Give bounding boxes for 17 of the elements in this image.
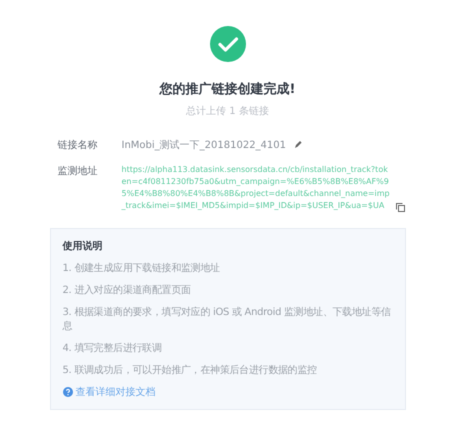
help-icon: [62, 387, 72, 397]
tracking-url: https://alpha113.datasink.sensorsdata.cn/cb/installation_track?token=c4f0811230fb75a0&utm_campaign=%E6%B5%8B%E8%AF%95%E4%B8%80%E4%B8%8B&project=default&channel_name=imp_track&imei=$IMEI_MD5&impid=$IMP_ID&ip=$USER_IP&ua=$UA: [122, 164, 391, 212]
link-name: InMobi_测试一下_20181022_4101: [122, 138, 286, 152]
upload-count: 总计上传 1 条链接: [186, 104, 269, 118]
instruction-step: 3. 根据渠道商的要求，填写对应的 iOS 或 Android 监测地址、下载地址等信息: [62, 305, 392, 333]
field-label: 监测地址: [58, 164, 98, 178]
instructions-title: 使用说明: [62, 240, 104, 253]
instruction-step: 4. 填写完整后进行联调: [62, 341, 392, 355]
docs-link[interactable]: 查看详细对接文档: [62, 385, 392, 399]
copy-icon[interactable]: [396, 203, 404, 212]
edit-icon[interactable]: [294, 141, 302, 149]
field-label: 链接名称: [58, 138, 98, 152]
instruction-step: 5. 联调成功后，可以开始推广，在神策后台进行数据的监控: [62, 363, 392, 377]
instruction-step: 1. 创建生成应用下载链接和监测地址: [62, 261, 392, 275]
success-check-icon: [210, 26, 246, 62]
success-title: 您的推广链接创建完成!: [160, 80, 296, 98]
instruction-step: 2. 进入对应的渠道商配置页面: [62, 283, 392, 297]
